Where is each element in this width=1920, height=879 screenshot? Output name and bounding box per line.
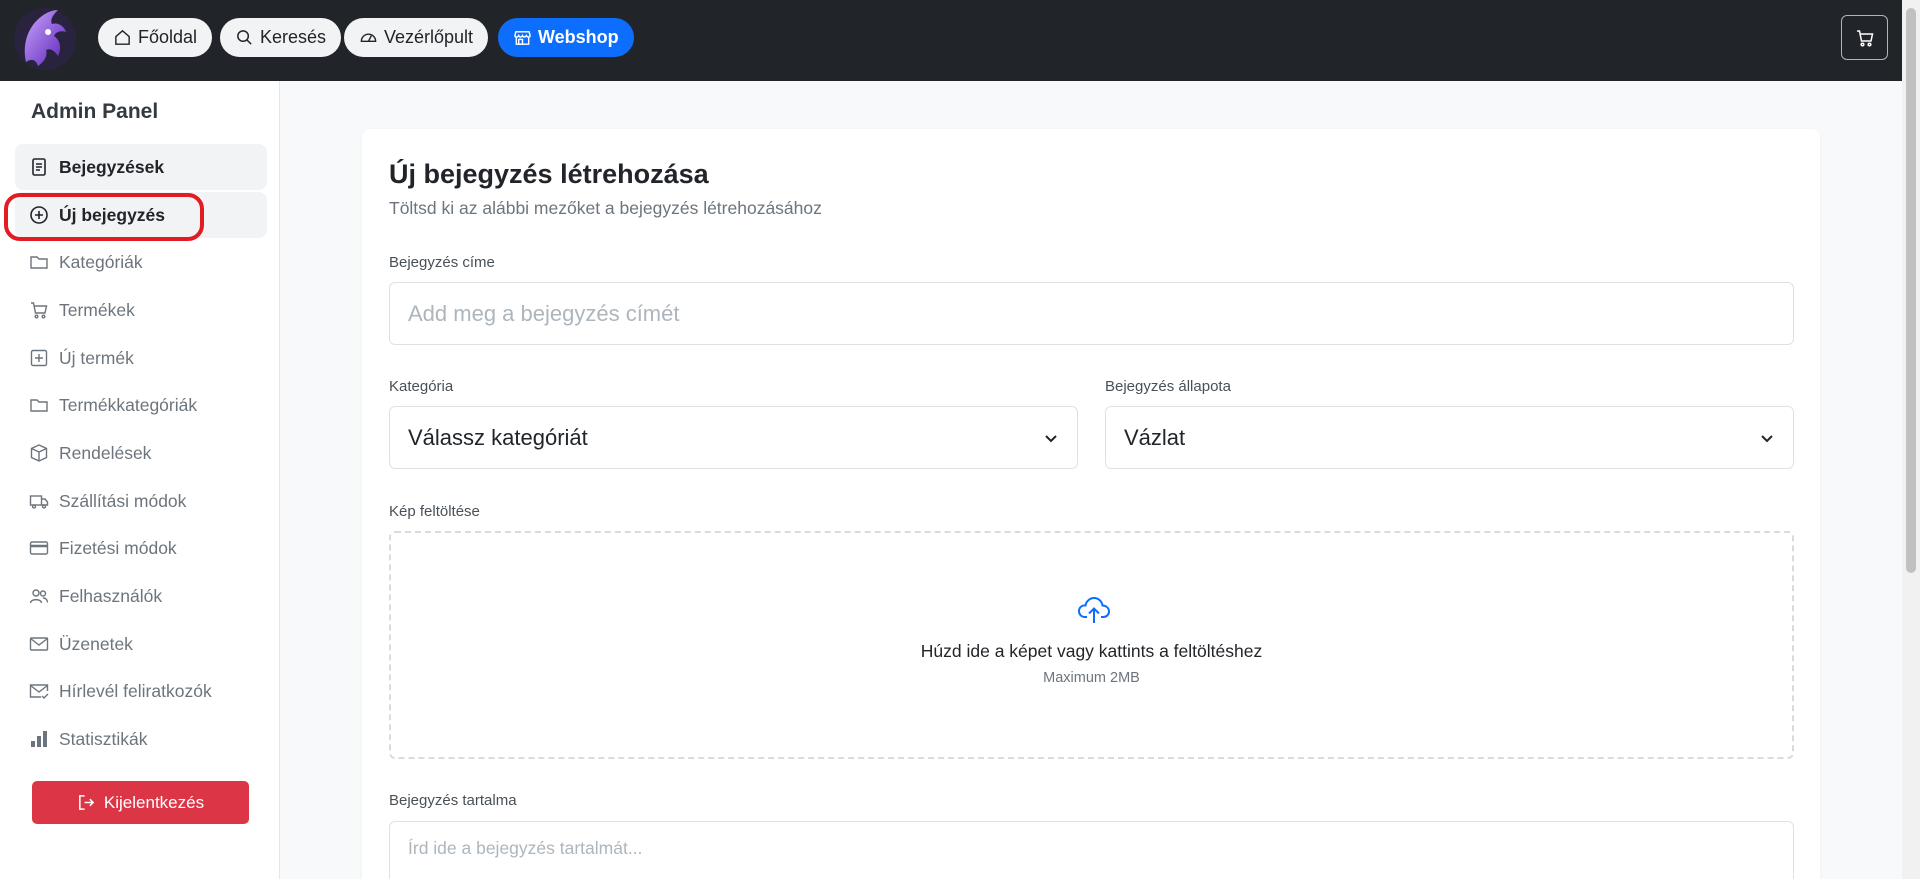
nav-search-label: Keresés bbox=[260, 27, 327, 47]
sidebar-item-posts[interactable]: Bejegyzések bbox=[15, 144, 267, 190]
sidebar-item-new-post[interactable]: Új bejegyzés bbox=[15, 192, 267, 238]
sidebar-item-new-product[interactable]: Új termék bbox=[15, 335, 267, 381]
upload-size-limit: Maximum 2MB bbox=[1043, 670, 1140, 686]
sidebar-item-label: Üzenetek bbox=[59, 633, 133, 654]
post-title-label: Bejegyzés címe bbox=[389, 254, 495, 271]
nav-webshop-button[interactable]: Webshop bbox=[498, 18, 634, 57]
box-icon bbox=[30, 444, 48, 462]
nav-home-button[interactable]: Főoldal bbox=[98, 18, 213, 57]
envelope-icon bbox=[29, 637, 49, 651]
truck-icon bbox=[29, 495, 49, 509]
sidebar-item-label: Felhasználók bbox=[59, 585, 163, 606]
category-label: Kategória bbox=[389, 378, 454, 395]
logout-button[interactable]: Kijelentkezés bbox=[32, 781, 249, 824]
content-label: Bejegyzés tartalma bbox=[389, 792, 517, 809]
sidebar-title: Admin Panel bbox=[31, 100, 159, 123]
upload-instruction-text: Húzd ide a képet vagy kattints a feltölt… bbox=[920, 641, 1263, 661]
site-logo[interactable] bbox=[12, 4, 78, 74]
sidebar-item-label: Statisztikák bbox=[59, 728, 148, 749]
nav-webshop-label: Webshop bbox=[538, 27, 619, 47]
new-post-form-card: Új bejegyzés létrehozása Töltsd ki az al… bbox=[362, 129, 1820, 879]
bar-chart-icon bbox=[31, 731, 47, 747]
cart-button[interactable] bbox=[1841, 15, 1888, 60]
folder-icon bbox=[30, 256, 48, 269]
cloud-upload-icon bbox=[1077, 596, 1111, 623]
sidebar-item-label: Kategóriák bbox=[59, 251, 143, 272]
sidebar-item-label: Hírlevél feliratkozók bbox=[59, 680, 212, 701]
logout-label: Kijelentkezés bbox=[103, 792, 205, 812]
admin-sidebar: Admin Panel Bejegyzések Új bejegyzés Kat… bbox=[0, 81, 280, 879]
nav-dashboard-label: Vezérlőpult bbox=[384, 27, 474, 47]
credit-card-icon bbox=[29, 541, 49, 555]
scrollbar-thumb[interactable] bbox=[1906, 8, 1916, 573]
logout-icon bbox=[78, 795, 95, 810]
cart-icon bbox=[1856, 29, 1873, 47]
page-scrollbar[interactable] bbox=[1902, 0, 1920, 879]
top-navbar: Főoldal Keresés Vezérlőpult Webshop bbox=[0, 0, 1902, 81]
sidebar-item-label: Új termék bbox=[59, 347, 134, 368]
sidebar-item-statistics[interactable]: Statisztikák bbox=[15, 716, 267, 762]
document-icon bbox=[32, 158, 46, 176]
category-select-value: Válassz kategóriát bbox=[408, 424, 588, 450]
category-select[interactable]: Válassz kategóriát bbox=[389, 406, 1078, 469]
sidebar-item-categories[interactable]: Kategóriák bbox=[15, 239, 267, 285]
image-dropzone[interactable]: Húzd ide a képet vagy kattints a feltölt… bbox=[389, 531, 1794, 759]
shop-icon bbox=[514, 31, 531, 45]
sidebar-item-label: Szállítási módok bbox=[59, 490, 187, 511]
speedometer-icon bbox=[360, 33, 377, 43]
status-select[interactable]: Vázlat bbox=[1105, 406, 1794, 469]
chevron-down-icon bbox=[1761, 434, 1773, 442]
sidebar-item-label: Termékek bbox=[59, 299, 135, 320]
nav-home-label: Főoldal bbox=[138, 27, 198, 47]
post-title-input[interactable]: Add meg a bejegyzés címét bbox=[389, 282, 1794, 345]
chevron-down-icon bbox=[1045, 434, 1057, 442]
page-subtitle: Töltsd ki az alábbi mezőket a bejegyzés … bbox=[389, 198, 822, 218]
sidebar-item-products[interactable]: Termékek bbox=[15, 287, 267, 333]
sidebar-item-payment-methods[interactable]: Fizetési módok bbox=[15, 525, 267, 571]
nav-search-button[interactable]: Keresés bbox=[220, 18, 342, 57]
sidebar-item-product-categories[interactable]: Termékkategóriák bbox=[15, 382, 267, 428]
sidebar-item-shipping-methods[interactable]: Szállítási módok bbox=[15, 478, 267, 524]
status-select-value: Vázlat bbox=[1124, 424, 1186, 450]
cart-icon bbox=[31, 302, 48, 319]
page-title: Új bejegyzés létrehozása bbox=[389, 159, 709, 189]
sidebar-item-label: Rendelések bbox=[59, 442, 152, 463]
house-icon bbox=[115, 29, 130, 45]
sidebar-item-label: Termékkategóriák bbox=[59, 394, 198, 415]
plus-circle-icon bbox=[30, 206, 48, 224]
sidebar-item-users[interactable]: Felhasználók bbox=[15, 573, 267, 619]
folder-icon bbox=[30, 399, 48, 412]
sidebar-item-label: Új bejegyzés bbox=[59, 204, 166, 225]
users-icon bbox=[29, 589, 49, 604]
sidebar-item-newsletter-subscribers[interactable]: Hírlevél feliratkozók bbox=[15, 668, 267, 714]
sidebar-item-orders[interactable]: Rendelések bbox=[15, 430, 267, 476]
content-textarea[interactable]: Írd ide a bejegyzés tartalmát... bbox=[389, 821, 1794, 879]
status-label: Bejegyzés állapota bbox=[1105, 378, 1231, 395]
nav-dashboard-button[interactable]: Vezérlőpult bbox=[344, 18, 489, 57]
envelope-check-icon bbox=[29, 684, 49, 699]
sidebar-item-messages[interactable]: Üzenetek bbox=[15, 621, 267, 667]
image-upload-label: Kép feltöltése bbox=[389, 503, 480, 520]
search-icon bbox=[237, 30, 252, 45]
sidebar-item-label: Fizetési módok bbox=[59, 537, 177, 558]
plus-square-icon bbox=[30, 349, 48, 367]
sidebar-item-label: Bejegyzések bbox=[59, 156, 165, 177]
